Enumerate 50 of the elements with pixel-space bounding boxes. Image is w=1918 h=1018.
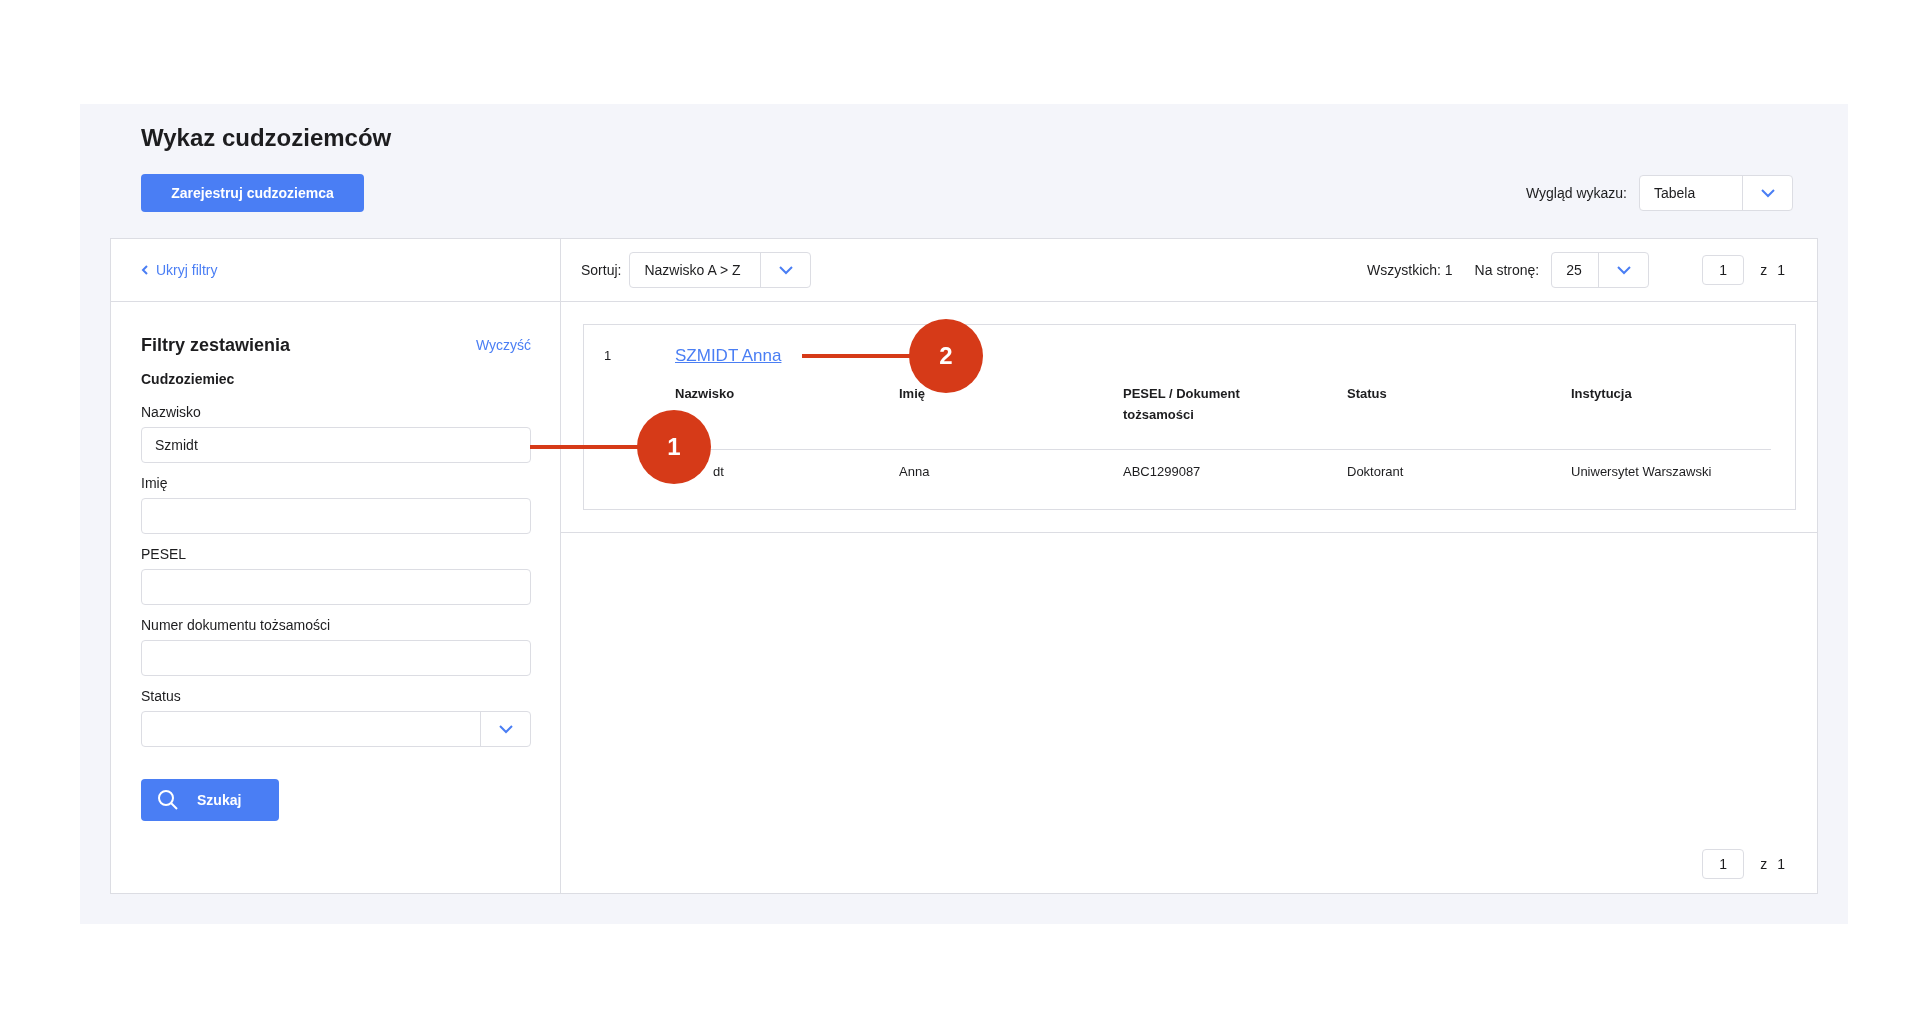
chevron-left-icon (141, 265, 148, 275)
field-label: Numer dokumentu tożsamości (141, 616, 332, 635)
table-cell: Doktorant (1347, 463, 1404, 479)
view-label: Wygląd wykazu: (1525, 183, 1627, 203)
search-icon (157, 789, 179, 811)
chevron-down-icon (1759, 188, 1776, 198)
table-cell: ABC1299087 (1123, 463, 1201, 479)
field-label: PESEL (141, 545, 188, 564)
register-button[interactable]: Zarejestruj cudzoziemca (141, 174, 364, 212)
select-value: Tabela (1654, 183, 1696, 203)
select-value: 25 (1566, 260, 1582, 280)
chevron-down-icon (497, 724, 514, 734)
clear-link[interactable]: Wyczyść (475, 335, 531, 356)
field-label: Nazwisko (141, 403, 202, 422)
status-select[interactable] (141, 711, 531, 747)
table-cell: dt (713, 463, 724, 479)
of-label: z (1760, 854, 1768, 874)
input-field[interactable]: Szmidt (141, 427, 531, 463)
select-value: Nazwisko A > Z (644, 260, 741, 280)
hide-filters-link[interactable]: Ukryj filtry (141, 259, 218, 281)
column-header: Nazwisko (675, 384, 736, 403)
section-heading: Cudzoziemiec (141, 370, 236, 389)
page-count: 1 (1777, 260, 1785, 280)
field-label: Status (141, 687, 182, 706)
total-count: Wszystkich: 1 (1367, 260, 1453, 280)
column-header: PESEL / Dokument tożsamości (1123, 384, 1241, 424)
chevron-down-icon (777, 265, 794, 275)
page-number-field[interactable]: 1 (1702, 849, 1745, 879)
per-page-select[interactable]: 25 (1551, 252, 1650, 288)
column-header: Instytucja (1571, 384, 1633, 403)
row-number: 1 (604, 347, 613, 365)
result-title-link[interactable]: SZMIDT Anna (675, 343, 782, 369)
table-cell: Uniwersytet Warszawski (1571, 463, 1712, 479)
page-count: 1 (1777, 854, 1785, 874)
chevron-down-icon (1615, 265, 1632, 275)
filters-title: Filtry zestawienia (141, 334, 291, 357)
of-label: z (1760, 260, 1768, 280)
table-cell: Anna (899, 463, 930, 479)
sort-select[interactable]: Nazwisko A > Z (629, 252, 812, 288)
input-field[interactable] (141, 640, 531, 676)
input-field[interactable] (141, 498, 531, 534)
search-button[interactable]: Szukaj (141, 779, 279, 821)
per-page-label: Na stronę: (1474, 260, 1540, 280)
sort-label: Sortuj: (581, 260, 622, 280)
column-header: Status (1347, 384, 1388, 403)
input-field[interactable] (141, 569, 531, 605)
view-select[interactable]: Tabela (1639, 175, 1793, 211)
field-label: Imię (141, 474, 169, 493)
page-number-field[interactable]: 1 (1702, 255, 1745, 285)
page-title: Wykaz cudzoziemców (141, 123, 393, 153)
